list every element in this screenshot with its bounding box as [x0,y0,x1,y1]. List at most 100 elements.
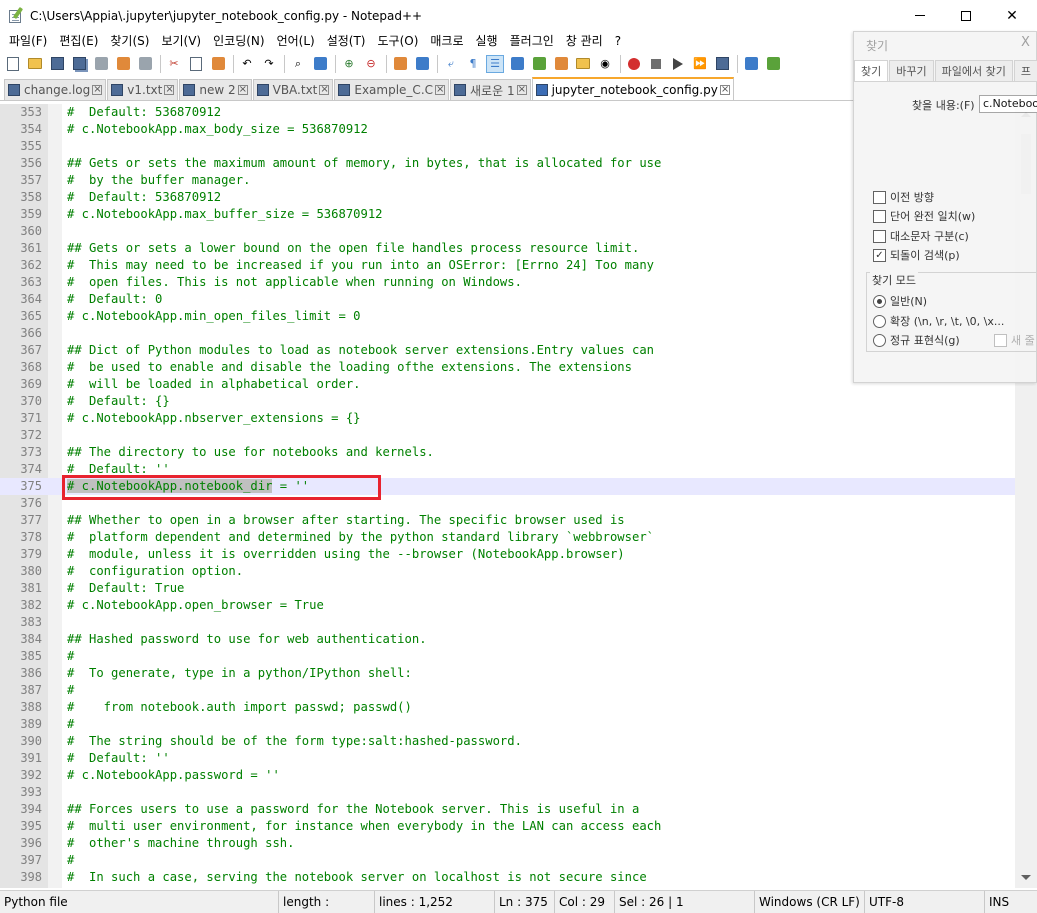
tab-change-log[interactable]: change.log × [4,79,107,100]
code-line[interactable]: 386 # To generate, type in a python/IPyth… [0,665,1015,682]
close-icon[interactable]: × [435,85,446,95]
tab-vba[interactable]: VBA.txt × [252,79,334,100]
open-file-button[interactable] [26,55,44,73]
close-icon[interactable]: × [164,85,175,95]
minimize-button[interactable] [897,0,943,31]
word-wrap-button[interactable]: ⤶ [442,55,460,73]
copy-button[interactable] [187,55,205,73]
print-button[interactable] [136,55,154,73]
menu-search[interactable]: 찾기(S) [104,31,155,51]
find-dialog-close-icon[interactable]: X [1021,35,1030,50]
checkbox-icon[interactable] [873,209,886,223]
code-line[interactable]: 388 # from notebook.auth import passwd; p… [0,699,1015,716]
option-backward[interactable]: 이전 방향 [873,189,934,205]
tab-find[interactable]: 찾기 [854,60,889,81]
close-icon[interactable]: × [319,85,330,95]
checkbox-icon[interactable] [873,229,886,243]
menu-help[interactable]: ? [609,31,627,51]
code-line[interactable]: 379 # module, unless it is overridden usi… [0,546,1015,563]
play-multiple-button[interactable]: ⏩ [691,55,709,73]
cut-button[interactable]: ✂ [165,55,183,73]
code-line[interactable]: 398 # In such a case, serving the noteboo… [0,869,1015,886]
zoom-out-button[interactable]: ⊖ [362,55,380,73]
code-line[interactable]: 390 # The string should be of the form ty… [0,733,1015,750]
plugin-button-2[interactable] [764,55,782,73]
code-line[interactable]: 397 # [0,852,1015,869]
close-all-button[interactable] [114,55,132,73]
code-line[interactable]: 377 ## Whether to open in a browser after… [0,512,1015,529]
tab-v1[interactable]: v1.txt × [107,79,179,100]
save-button[interactable] [48,55,66,73]
sync-vertical-button[interactable] [391,55,409,73]
play-macro-button[interactable] [669,55,687,73]
checkbox-icon[interactable] [994,333,1007,347]
code-line[interactable]: 370 # Default: {} [0,393,1015,410]
code-line[interactable]: 392 # c.NotebookApp.password = '' [0,767,1015,784]
scroll-down-icon[interactable] [1021,875,1031,880]
code-line[interactable]: 372 [0,427,1015,444]
code-line[interactable]: 382 # c.NotebookApp.open_browser = True [0,597,1015,614]
replace-button[interactable] [311,55,329,73]
close-icon[interactable]: × [237,85,248,95]
radio-icon[interactable] [873,333,886,347]
sync-horizontal-button[interactable] [413,55,431,73]
function-list-button[interactable] [552,55,570,73]
radio-selected-icon[interactable] [873,294,886,308]
zoom-in-button[interactable]: ⊕ [340,55,358,73]
code-line[interactable]: 389 # [0,716,1015,733]
code-line[interactable]: 396 # other's machine through ssh. [0,835,1015,852]
menu-window[interactable]: 창 관리 [560,31,609,51]
plugin-button-1[interactable] [742,55,760,73]
mode-extended[interactable]: 확장 (\n, \r, \t, \0, \x... [873,313,1004,329]
show-all-chars-button[interactable]: ¶ [464,55,482,73]
close-icon[interactable]: × [516,85,527,95]
tab-new-1[interactable]: 새로운 1 × [450,79,531,100]
code-line[interactable]: 383 [0,614,1015,631]
close-button[interactable]: ✕ [989,0,1035,31]
tab-new-2[interactable]: new 2 × [179,79,252,100]
code-line[interactable]: 381 # Default: True [0,580,1015,597]
code-line[interactable]: 395 # multi user environment, for instanc… [0,818,1015,835]
save-macro-button[interactable] [713,55,731,73]
paste-button[interactable] [209,55,227,73]
udl-button[interactable] [508,55,526,73]
find-what-input[interactable]: c.Notebook [979,95,1037,113]
option-dot-newline[interactable]: 새 줄 [994,332,1035,348]
find-button[interactable]: ⌕ [289,55,307,73]
menu-encoding[interactable]: 인코딩(N) [207,31,270,51]
code-line[interactable]: 385 # [0,648,1015,665]
menu-plugins[interactable]: 플러그인 [504,31,560,51]
menu-file[interactable]: 파일(F) [3,31,53,51]
option-whole-word[interactable]: 단어 완전 일치(w) [873,208,975,224]
tab-find-in-files[interactable]: 파일에서 찾기 [934,60,1013,81]
code-line[interactable]: 380 # configuration option. [0,563,1015,580]
mode-regex[interactable]: 정규 표현식(g) [873,332,960,348]
code-line[interactable]: 373 ## The directory to use for notebooks… [0,444,1015,461]
tab-example-c[interactable]: Example_C.C × [334,79,450,100]
redo-button[interactable]: ↷ [260,55,278,73]
checkbox-checked-icon[interactable]: ✓ [873,248,886,262]
code-line[interactable]: 378 # platform dependent and determined b… [0,529,1015,546]
code-line[interactable]: 387 # [0,682,1015,699]
menu-view[interactable]: 보기(V) [155,31,207,51]
code-line[interactable]: 371 # c.NotebookApp.nbserver_extensions =… [0,410,1015,427]
checkbox-icon[interactable] [873,190,886,204]
indent-guide-button[interactable]: ☰ [486,54,504,73]
close-file-button[interactable] [92,55,110,73]
menu-edit[interactable]: 편집(E) [53,31,104,51]
menu-macro[interactable]: 매크로 [424,31,469,51]
close-icon[interactable]: × [92,85,103,95]
stop-macro-button[interactable] [647,55,665,73]
radio-icon[interactable] [873,314,886,328]
mode-normal[interactable]: 일반(N) [873,293,927,309]
maximize-button[interactable] [943,0,989,31]
code-line[interactable]: 391 # Default: '' [0,750,1015,767]
tab-replace[interactable]: 바꾸기 [889,60,934,81]
monitoring-button[interactable]: ◉ [596,55,614,73]
menu-language[interactable]: 언어(L) [271,31,321,51]
doc-map-button[interactable] [530,55,548,73]
record-macro-button[interactable] [625,55,643,73]
tab-jupyter-config[interactable]: jupyter_notebook_config.py × [531,77,734,100]
new-file-button[interactable] [4,55,22,73]
code-line[interactable]: 393 [0,784,1015,801]
